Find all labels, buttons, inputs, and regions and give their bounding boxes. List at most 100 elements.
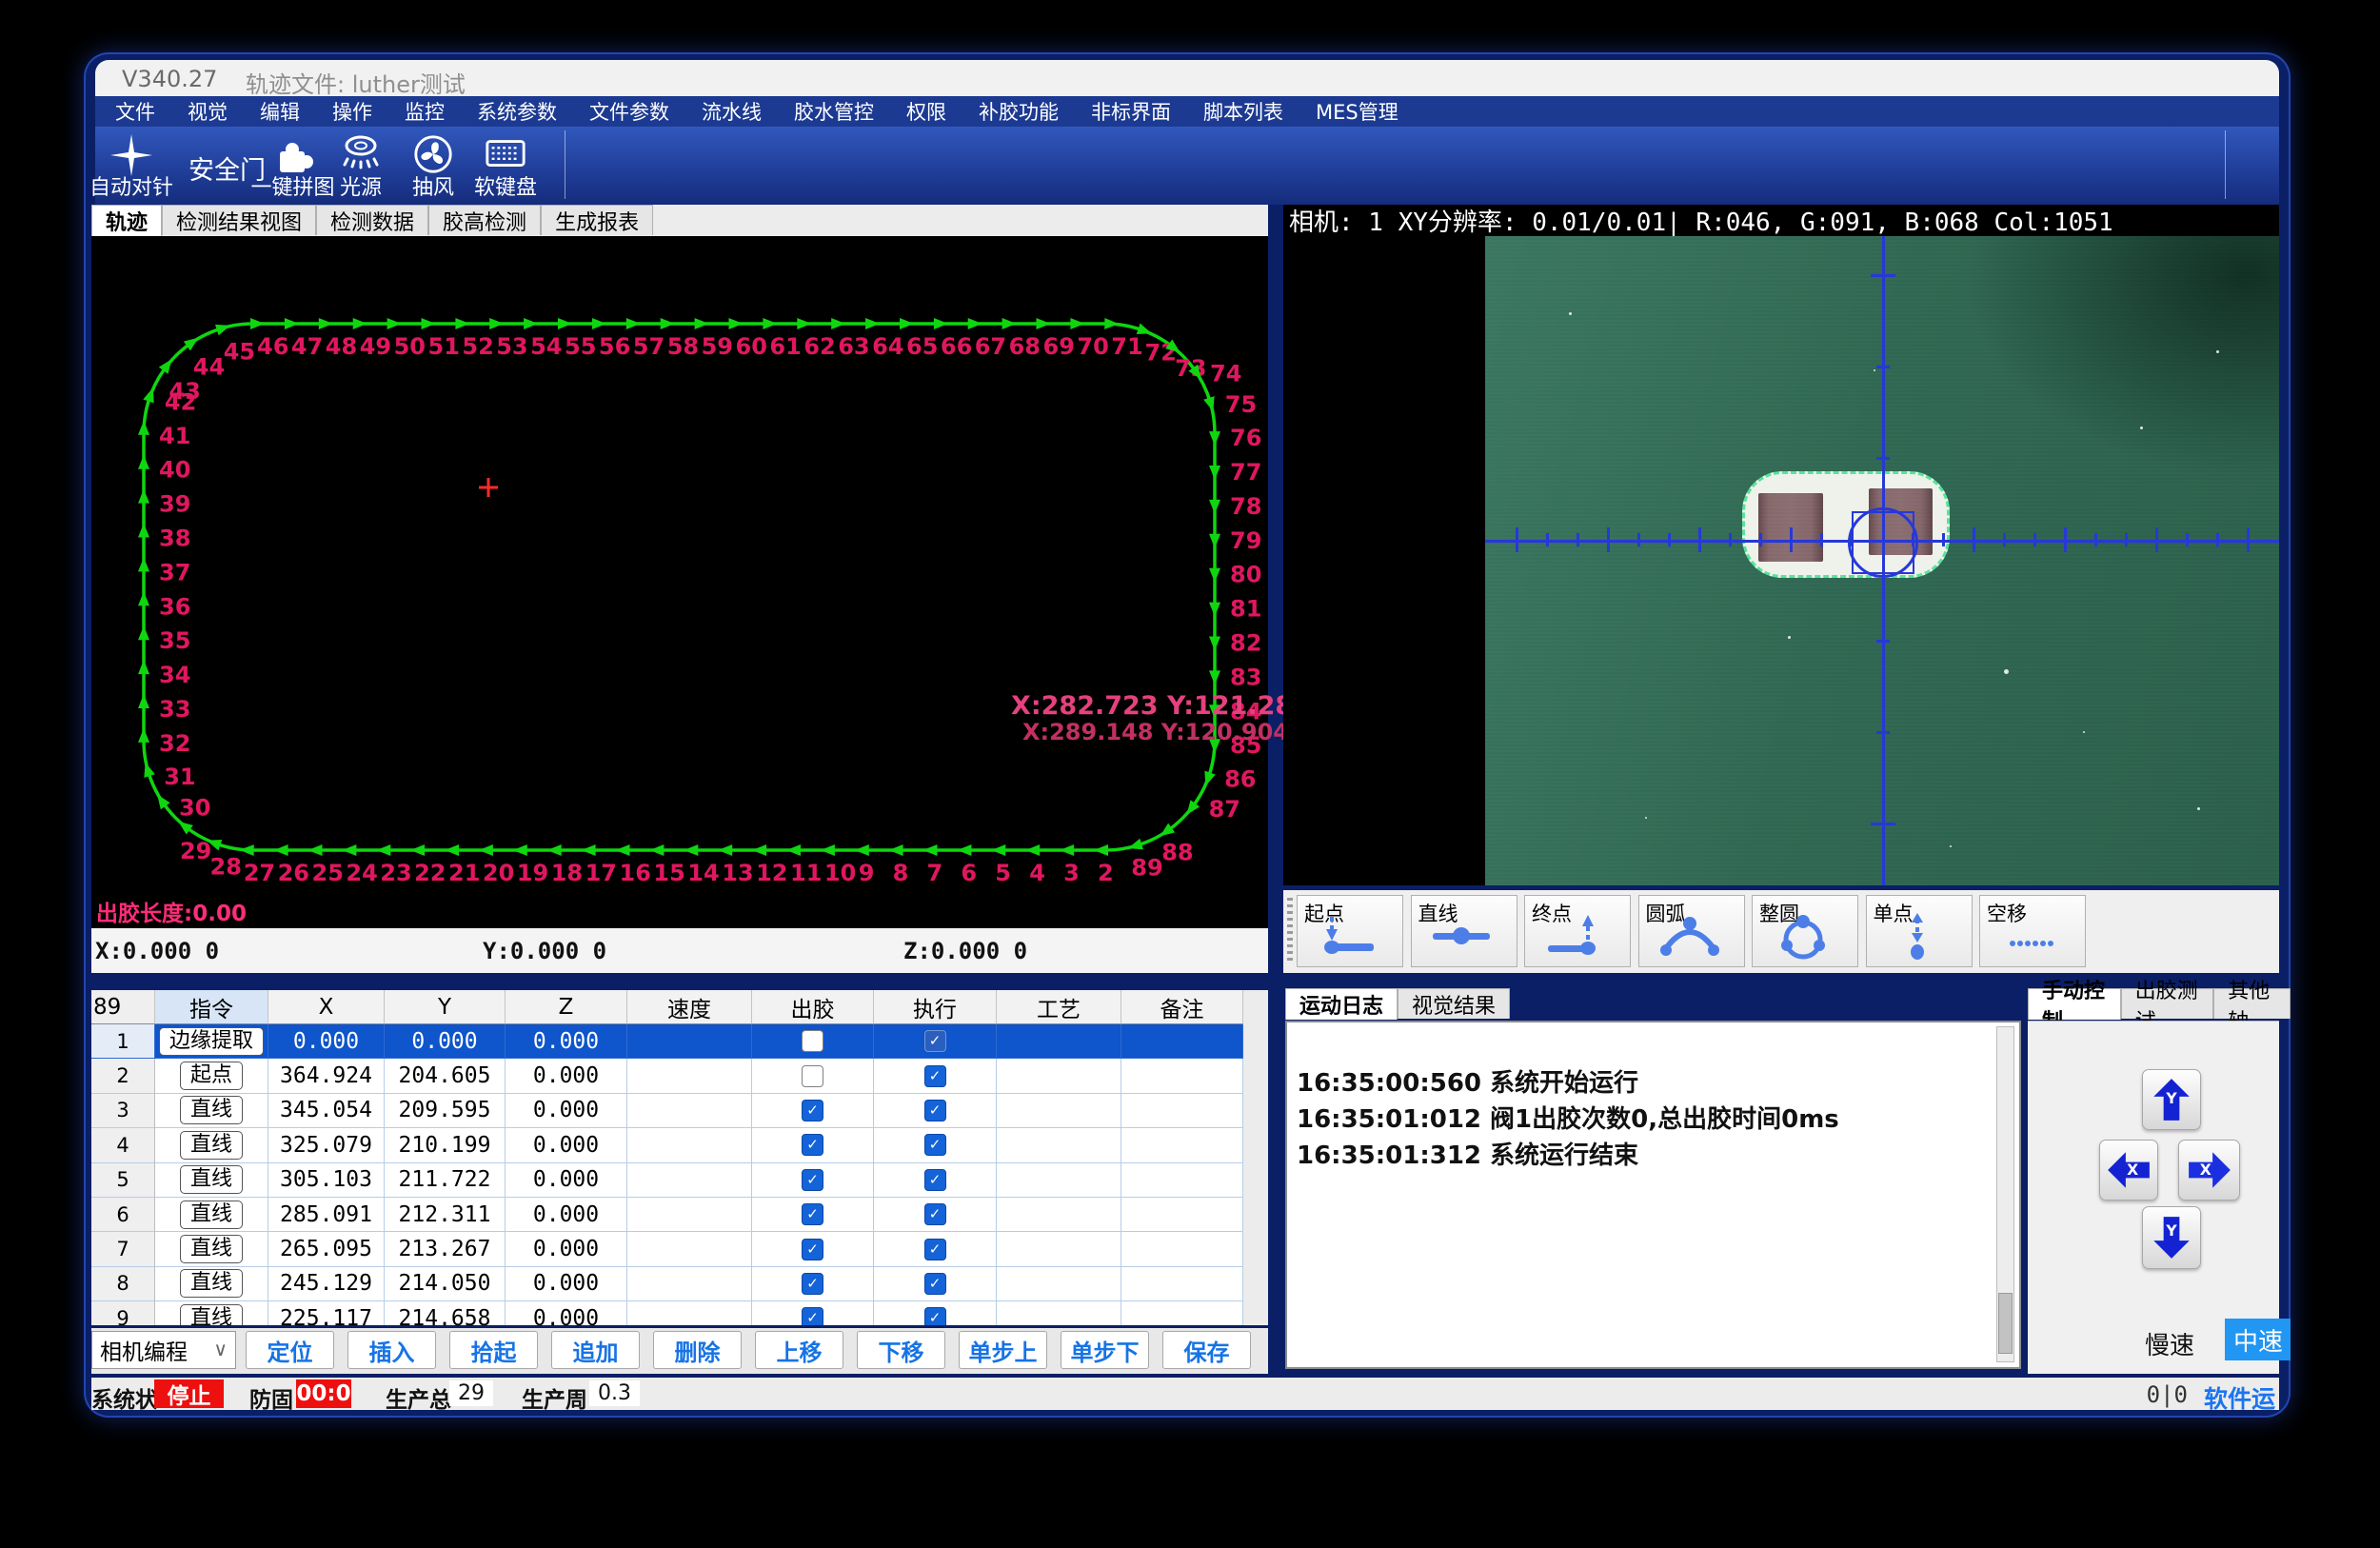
y-cell[interactable]: 209.595 — [385, 1094, 506, 1128]
menu-item-5[interactable]: 系统参数 — [461, 96, 573, 127]
control-tab-0[interactable]: 手动控制 — [2028, 988, 2121, 1020]
speed-cell[interactable] — [627, 1301, 752, 1325]
craft-cell[interactable] — [997, 1267, 1121, 1301]
menu-item-7[interactable]: 流水线 — [685, 96, 778, 127]
table-row[interactable]: 1边缘提取0.0000.0000.000✓ — [91, 1024, 1243, 1059]
table-row[interactable]: 5直线305.103211.7220.000✓✓ — [91, 1163, 1243, 1198]
table-row[interactable]: 3直线345.054209.5950.000✓✓ — [91, 1094, 1243, 1128]
craft-cell[interactable] — [997, 1198, 1121, 1232]
craft-cell[interactable] — [997, 1163, 1121, 1198]
craft-cell[interactable] — [997, 1094, 1121, 1128]
camera-view[interactable] — [1283, 236, 2279, 885]
table-row[interactable]: 6直线285.091212.3110.000✓✓ — [91, 1198, 1243, 1232]
y-cell[interactable]: 210.199 — [385, 1128, 506, 1162]
note-cell[interactable] — [1121, 1267, 1243, 1301]
action-button-7[interactable]: 单步上 — [959, 1331, 1047, 1369]
menu-item-9[interactable]: 权限 — [890, 96, 962, 127]
segment-button-2[interactable]: 终点 — [1524, 895, 1631, 967]
menu-item-4[interactable]: 监控 — [388, 96, 461, 127]
x-cell[interactable]: 325.079 — [268, 1128, 385, 1162]
trajectory-canvas[interactable]: 2345678910111213141516171819202122232425… — [91, 236, 1268, 928]
segment-button-0[interactable]: 起点 — [1297, 895, 1403, 967]
craft-cell[interactable] — [997, 1301, 1121, 1325]
y-cell[interactable]: 214.658 — [385, 1301, 506, 1325]
command-cell[interactable]: 直线 — [155, 1232, 268, 1266]
menu-item-13[interactable]: MES管理 — [1299, 96, 1415, 127]
left-tab-3[interactable]: 胶高检测 — [428, 205, 541, 235]
menu-item-6[interactable]: 文件参数 — [573, 96, 685, 127]
left-tab-2[interactable]: 检测数据 — [316, 205, 428, 235]
left-tab-1[interactable]: 检测结果视图 — [162, 205, 316, 235]
glue-checkbox[interactable] — [802, 1065, 823, 1087]
jog-y-plus-button[interactable]: Y — [2142, 1069, 2201, 1130]
log-tab-1[interactable]: 视觉结果 — [1398, 988, 1510, 1019]
x-cell[interactable]: 245.129 — [268, 1267, 385, 1301]
y-cell[interactable]: 214.050 — [385, 1267, 506, 1301]
glue-checkbox[interactable]: ✓ — [802, 1239, 823, 1260]
command-cell[interactable]: 边缘提取 — [155, 1024, 268, 1059]
glue-checkbox[interactable]: ✓ — [802, 1273, 823, 1295]
z-cell[interactable]: 0.000 — [506, 1059, 627, 1093]
z-cell[interactable]: 0.000 — [506, 1301, 627, 1325]
command-cell[interactable]: 起点 — [155, 1059, 268, 1093]
command-cell[interactable]: 直线 — [155, 1301, 268, 1325]
light-source-button[interactable]: 光源 — [337, 127, 385, 205]
command-cell[interactable]: 直线 — [155, 1128, 268, 1162]
jog-x-plus-button[interactable]: X — [2178, 1140, 2240, 1201]
y-cell[interactable]: 211.722 — [385, 1163, 506, 1198]
jog-x-minus-button[interactable]: X — [2099, 1140, 2158, 1201]
note-cell[interactable] — [1121, 1163, 1243, 1198]
menu-item-11[interactable]: 非标界面 — [1075, 96, 1187, 127]
x-cell[interactable]: 0.000 — [268, 1024, 385, 1059]
jog-y-minus-button[interactable]: Y — [2142, 1206, 2201, 1269]
run-checkbox[interactable]: ✓ — [924, 1239, 946, 1260]
segment-button-4[interactable]: 整圆 — [1752, 895, 1858, 967]
medium-speed-button[interactable]: 中速 — [2225, 1319, 2291, 1360]
run-checkbox[interactable]: ✓ — [924, 1307, 946, 1325]
x-cell[interactable]: 285.091 — [268, 1198, 385, 1232]
log-box[interactable]: 16:35:00:560 系统开始运行16:35:01:012 阀1出胶次数0,… — [1285, 1021, 2021, 1369]
control-tab-1[interactable]: 出胶测试 — [2121, 988, 2214, 1019]
run-checkbox[interactable]: ✓ — [924, 1030, 946, 1052]
z-cell[interactable]: 0.000 — [506, 1163, 627, 1198]
table-row[interactable]: 8直线245.129214.0500.000✓✓ — [91, 1267, 1243, 1301]
action-button-2[interactable]: 拾起 — [449, 1331, 538, 1369]
action-button-4[interactable]: 删除 — [653, 1331, 742, 1369]
run-checkbox[interactable]: ✓ — [924, 1203, 946, 1225]
command-button[interactable]: 直线 — [180, 1269, 243, 1298]
left-tab-4[interactable]: 生成报表 — [541, 205, 653, 235]
action-button-0[interactable]: 定位 — [246, 1331, 334, 1369]
action-button-9[interactable]: 保存 — [1162, 1331, 1251, 1369]
z-cell[interactable]: 0.000 — [506, 1094, 627, 1128]
log-scrollbar-thumb[interactable] — [1998, 1293, 2013, 1354]
x-cell[interactable]: 345.054 — [268, 1094, 385, 1128]
action-button-8[interactable]: 单步下 — [1061, 1331, 1149, 1369]
note-cell[interactable] — [1121, 1024, 1243, 1059]
table-row[interactable]: 4直线325.079210.1990.000✓✓ — [91, 1128, 1243, 1162]
craft-cell[interactable] — [997, 1024, 1121, 1059]
menu-item-8[interactable]: 胶水管控 — [778, 96, 890, 127]
control-tab-2[interactable]: 其他轴 — [2213, 988, 2291, 1019]
menu-item-3[interactable]: 操作 — [316, 96, 388, 127]
one-key-stitch-button[interactable]: 一键拼图 — [248, 127, 338, 205]
camera-programming-dropdown[interactable]: 相机编程 ∨ — [91, 1331, 236, 1369]
note-cell[interactable] — [1121, 1198, 1243, 1232]
note-cell[interactable] — [1121, 1059, 1243, 1093]
command-cell[interactable]: 直线 — [155, 1163, 268, 1198]
glue-checkbox[interactable]: ✓ — [802, 1134, 823, 1156]
z-cell[interactable]: 0.000 — [506, 1267, 627, 1301]
note-cell[interactable] — [1121, 1301, 1243, 1325]
segment-button-6[interactable]: 空移 — [1979, 895, 2086, 967]
note-cell[interactable] — [1121, 1232, 1243, 1266]
log-scrollbar[interactable] — [1996, 1026, 2014, 1362]
speed-cell[interactable] — [627, 1094, 752, 1128]
run-checkbox[interactable]: ✓ — [924, 1100, 946, 1121]
auto-align-button[interactable]: 自动对针 — [84, 127, 181, 205]
command-button[interactable]: 直线 — [180, 1235, 243, 1263]
craft-cell[interactable] — [997, 1059, 1121, 1093]
menu-item-10[interactable]: 补胶功能 — [962, 96, 1075, 127]
command-cell[interactable]: 直线 — [155, 1267, 268, 1301]
segment-button-1[interactable]: 直线 — [1411, 895, 1517, 967]
x-cell[interactable]: 364.924 — [268, 1059, 385, 1093]
command-button[interactable]: 直线 — [180, 1165, 243, 1194]
